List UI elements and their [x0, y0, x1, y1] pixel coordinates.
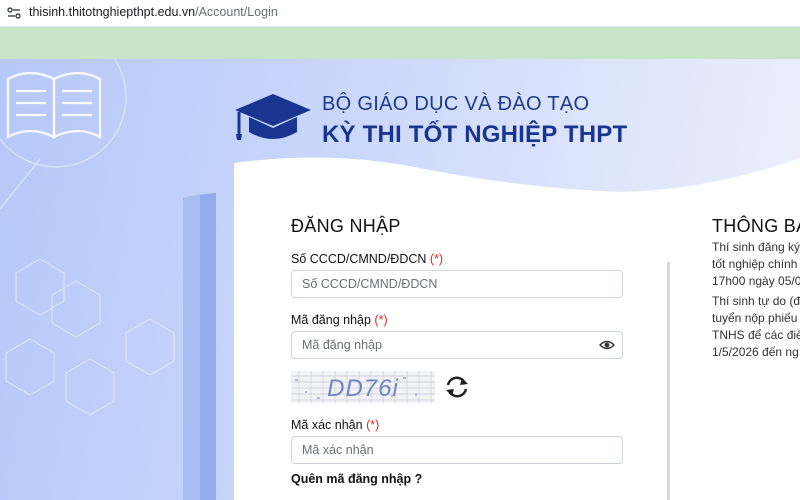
- notice-line: tuyển nộp phiếu: [712, 311, 798, 325]
- password-label-text: Mã đăng nhập: [291, 313, 371, 327]
- required-mark: (*): [374, 313, 388, 327]
- open-book-icon: [6, 71, 102, 139]
- site-settings-icon[interactable]: [6, 5, 22, 21]
- id-number-input[interactable]: [291, 270, 623, 298]
- password-input[interactable]: [291, 331, 623, 359]
- notice-line: Thí sinh tự do (đã: [712, 294, 800, 308]
- required-mark: (*): [366, 418, 380, 432]
- captcha-input[interactable]: [291, 436, 623, 464]
- login-title: ĐĂNG NHẬP: [291, 216, 401, 236]
- browser-address-bar[interactable]: thisinh.thitotnghiepthpt.edu.vn/Account/…: [0, 0, 800, 27]
- notice-line: 17h00 ngày 05/0: [712, 274, 800, 288]
- notice-line: Thí sinh đăng ký: [712, 240, 800, 254]
- notice-line: tốt nghiệp chính: [712, 257, 798, 271]
- id-label: Số CCCD/CMND/ĐDCN (*): [291, 252, 443, 266]
- browser-toolbar-strip: [0, 27, 800, 59]
- required-mark: (*): [429, 252, 444, 266]
- captcha-image: DD76i: [291, 371, 435, 403]
- url-host: thisinh.thitotnghiepthpt.edu.vn: [29, 5, 196, 19]
- forgot-password-link[interactable]: Quên mã đăng nhập ?: [291, 472, 422, 486]
- org-name: BỘ GIÁO DỤC VÀ ĐÀO TẠO: [322, 93, 590, 115]
- url-text[interactable]: thisinh.thitotnghiepthpt.edu.vn/Account/…: [29, 5, 278, 19]
- captcha-label-text: Mã xác nhận: [291, 418, 363, 432]
- refresh-icon[interactable]: [444, 375, 470, 399]
- captcha-label: Mã xác nhận (*): [291, 418, 379, 432]
- notice-title: THÔNG BÁC: [712, 216, 800, 236]
- eye-icon[interactable]: [599, 337, 615, 353]
- notice-line: 1/5/2026 đến ng: [712, 345, 799, 359]
- notice-line: TNHS để các điể: [712, 328, 800, 342]
- column-divider: [667, 262, 670, 500]
- id-label-text: Số CCCD/CMND/ĐDCN: [291, 252, 427, 266]
- password-label: Mã đăng nhập (*): [291, 313, 388, 327]
- graduation-cap-icon: [235, 94, 311, 140]
- exam-name: KỲ THI TỐT NGHIỆP THPT: [322, 121, 628, 148]
- captcha-text: DD76i: [327, 375, 399, 402]
- url-path: /Account/Login: [195, 5, 278, 19]
